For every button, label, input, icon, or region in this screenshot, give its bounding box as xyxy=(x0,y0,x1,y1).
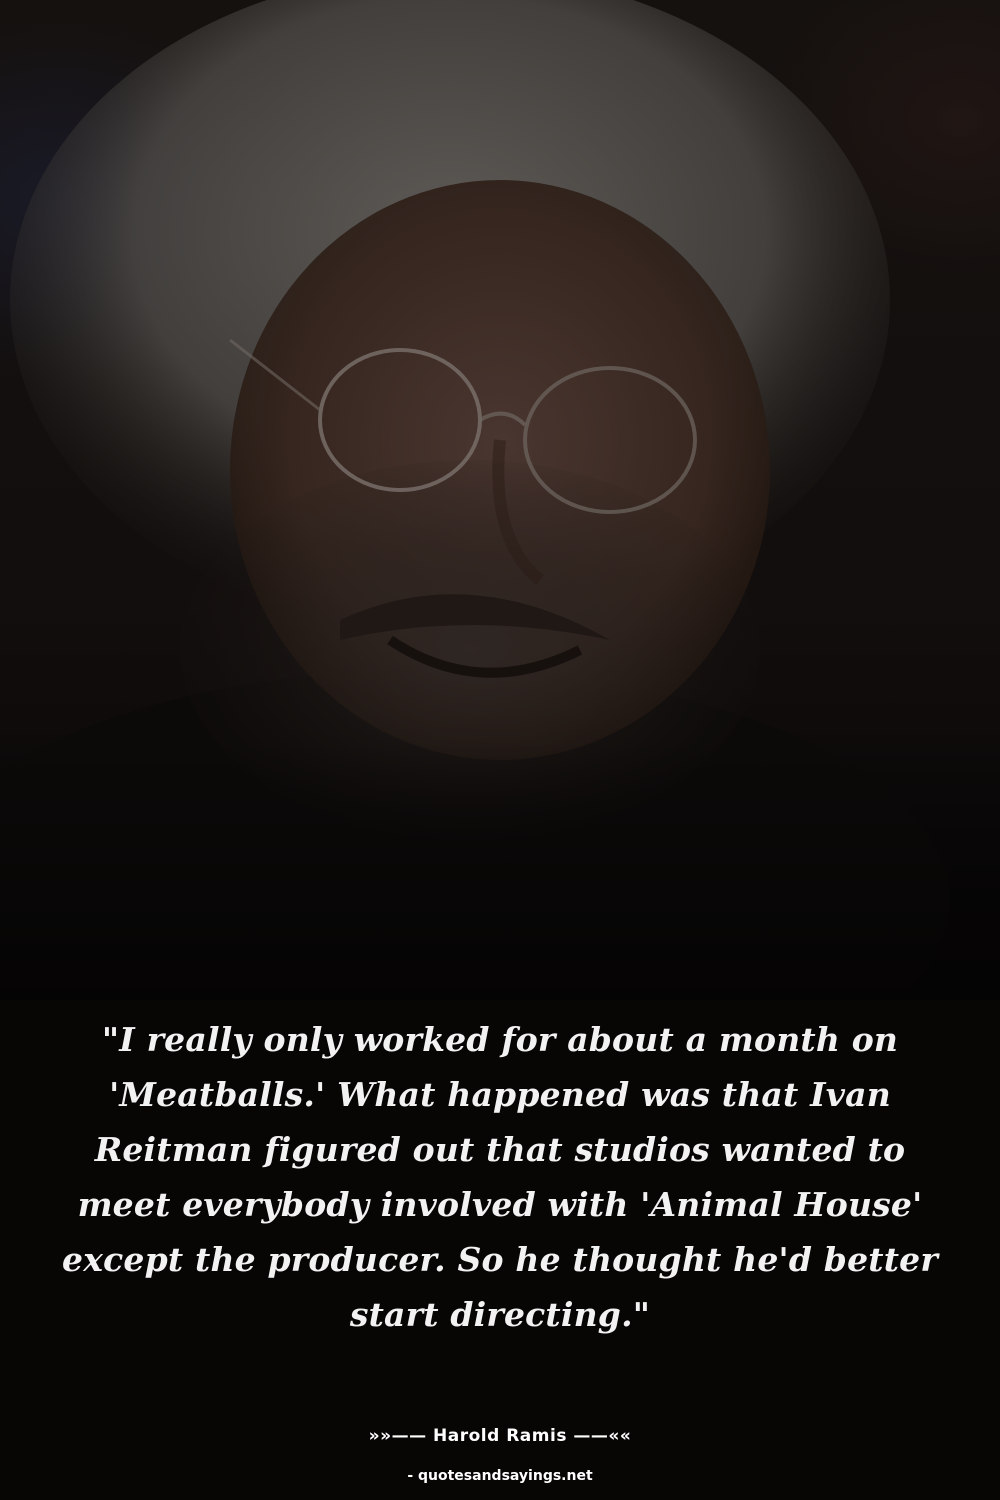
quote-block: "I really only worked for about a month … xyxy=(50,1012,950,1342)
background-photo xyxy=(0,0,1000,1000)
source-credit: - quotesandsayings.net xyxy=(407,1468,593,1484)
author-name: »»—— Harold Ramis ——«« xyxy=(368,1426,632,1446)
photo-bottom-fade xyxy=(0,740,1000,1000)
quote-text: "I really only worked for about a month … xyxy=(62,1020,938,1334)
quote-poster: "I really only worked for about a month … xyxy=(0,0,1000,1500)
